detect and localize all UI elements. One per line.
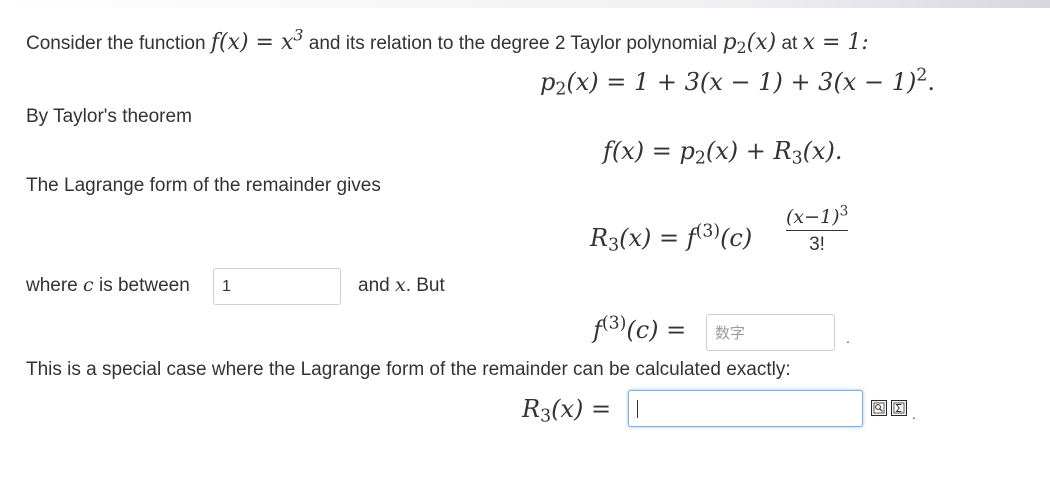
lower-bound-input[interactable]: 1 — [213, 268, 341, 305]
text-cursor — [637, 399, 638, 418]
remainder-equation: R3(x) = — [522, 395, 612, 427]
intro-at: at — [781, 33, 798, 54]
special-case-text: This is a special case where the Lagrang… — [26, 359, 791, 380]
sigma-formula-icon[interactable] — [891, 400, 907, 416]
fraction-denominator: 3! — [809, 234, 825, 255]
lagrange-form-text: The Lagrange form of the remainder gives — [26, 175, 381, 196]
third-derivative-period: . — [846, 330, 850, 346]
third-derivative-input[interactable]: 数字 — [706, 314, 835, 351]
and-x-but-label: and x. But — [358, 274, 445, 296]
taylor-polynomial-equation: p2(x) = 1 + 3(x − 1) + 3(x − 1)2. — [540, 65, 935, 100]
remainder-input[interactable] — [628, 390, 863, 427]
taylor-theorem-equation: f(x) = p2(x) + R3(x). — [603, 137, 843, 169]
intro-function: f(x) = x3 — [210, 25, 304, 55]
where-between-label: where c is between — [26, 274, 190, 296]
third-derivative-equation: f(3)(c) = — [593, 313, 687, 344]
lower-bound-value: 1 — [222, 277, 231, 295]
fraction-numerator: (x−1)3 — [786, 203, 849, 228]
fraction-bar — [786, 230, 848, 231]
third-derivative-placeholder: 数字 — [715, 325, 746, 342]
by-taylor-text: By Taylor's theorem — [26, 106, 192, 127]
top-edge-shading — [0, 0, 1050, 8]
remainder-period: . — [912, 406, 916, 422]
preview-formula-icon[interactable] — [871, 400, 887, 416]
intro-line: Consider the function f(x) = x3 and its … — [26, 25, 869, 57]
intro-poly: p2(x) — [722, 30, 777, 57]
intro-mid: and its relation to the degree 2 Taylor … — [308, 33, 718, 54]
intro-lead: Consider the function — [26, 33, 206, 54]
intro-point: x = 1: — [802, 30, 869, 55]
lagrange-remainder-equation: R3(x) = f(3)(c) — [590, 221, 753, 256]
lagrange-fraction: (x−1)3 3! — [786, 203, 849, 256]
